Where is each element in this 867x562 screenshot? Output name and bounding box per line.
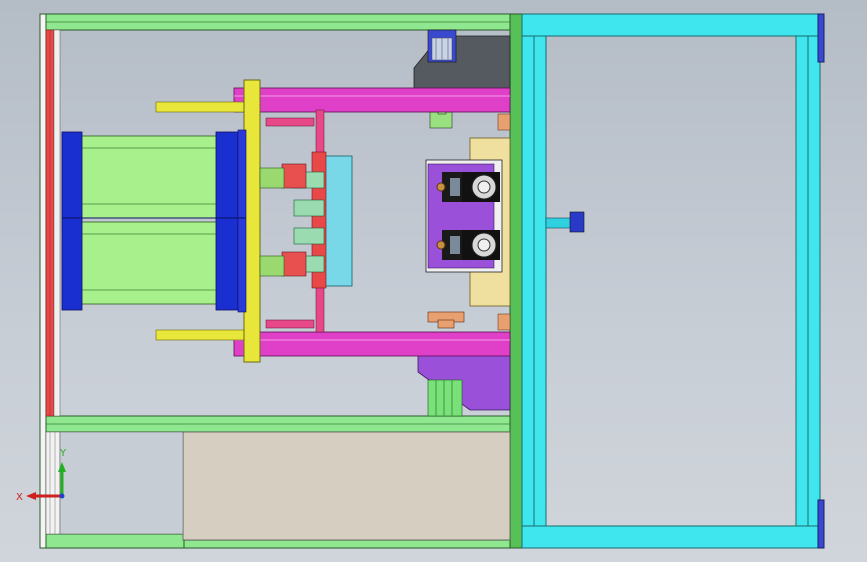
y-axis-label: Y	[59, 448, 67, 459]
cad-viewport[interactable]: Y X	[0, 0, 867, 562]
air-cylinders	[61, 129, 247, 313]
frame-left-post	[39, 13, 47, 549]
lower-guide-rod	[233, 331, 511, 357]
side-bolt	[545, 211, 585, 233]
center-die	[425, 113, 511, 331]
frame-right-post	[509, 13, 523, 549]
machine-assembly-drawing: Y X	[16, 13, 825, 549]
lower-mount	[417, 311, 511, 417]
cyan-frame	[521, 13, 825, 549]
frame-bottom-rail	[43, 533, 185, 549]
platen	[281, 151, 353, 289]
upper-mount	[413, 29, 511, 129]
base-panel	[182, 431, 511, 541]
upper-guide-rod	[233, 87, 511, 113]
left-uprights	[45, 29, 61, 535]
x-axis-label: X	[16, 492, 23, 503]
mounting-plate	[243, 79, 261, 363]
